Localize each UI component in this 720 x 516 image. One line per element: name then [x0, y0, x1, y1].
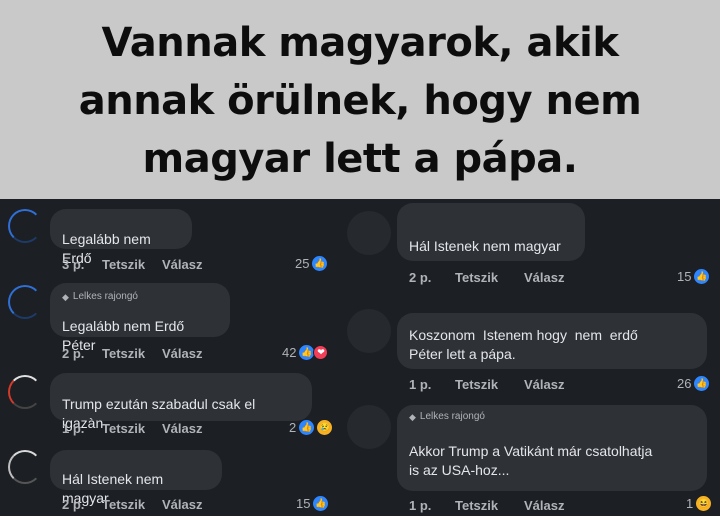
comment-time: 2 p.: [409, 270, 432, 285]
reaction-summary[interactable]: 25 👍: [295, 256, 328, 271]
headline-line: magyar lett a pápa.: [142, 135, 578, 182]
love-reaction-icon: ❤: [313, 345, 329, 360]
reply-link[interactable]: Válasz: [162, 421, 202, 436]
reply-link[interactable]: Válasz: [524, 377, 564, 392]
headline-line: annak örülnek, hogy nem: [78, 77, 642, 124]
headline-line: Vannak magyarok, akik: [101, 19, 619, 66]
reply-link[interactable]: Válasz: [524, 498, 564, 513]
like-reaction-icon: 👍: [299, 345, 315, 360]
comment-text: Hál Istenek nem magyar: [409, 238, 561, 254]
comment: Legalább nem Erdő 3 p. Tetszik Válasz 25…: [0, 199, 345, 277]
avatar[interactable]: [8, 209, 42, 243]
reaction-count: 1: [686, 496, 694, 511]
like-link[interactable]: Tetszik: [102, 257, 145, 272]
reaction-count: 15: [296, 496, 311, 511]
comment-bubble: Hál Istenek nem magyar: [397, 203, 585, 261]
avatar[interactable]: [347, 309, 391, 353]
reaction-summary[interactable]: 15 👍: [296, 496, 329, 511]
comment: Hál Istenek nem magyar 2 p. Tetszik Vála…: [0, 444, 345, 516]
reply-link[interactable]: Válasz: [524, 270, 564, 285]
avatar[interactable]: [8, 285, 42, 319]
reaction-summary[interactable]: 1 😆: [686, 496, 712, 511]
reply-link[interactable]: Válasz: [162, 257, 202, 272]
comment-text: Koszonom Istenem hogy nem erdő: [409, 327, 638, 343]
fan-badge-label: Lelkes rajongó: [72, 291, 138, 302]
fan-badge: ◆ Lelkes rajongó: [62, 291, 218, 303]
comment-text: Péter lett a pápa.: [409, 346, 516, 362]
comment-thread: Legalább nem Erdő 3 p. Tetszik Válasz 25…: [0, 199, 720, 516]
comment: Trump ezután szabadul csak el igazàn 1 p…: [0, 369, 345, 444]
comment-bubble: Hál Istenek nem magyar: [50, 450, 222, 506]
comment: ◆ Lelkes rajongó Legalább nem Erdő Péter…: [0, 279, 345, 361]
like-reaction-icon: 👍: [694, 376, 710, 391]
comment-time: 3 p.: [62, 257, 85, 272]
like-reaction-icon: 👍: [299, 420, 315, 435]
reaction-summary[interactable]: 2 👍 😢: [289, 420, 333, 435]
reaction-count: 25: [295, 256, 310, 271]
comment-time: 2 p.: [62, 346, 85, 361]
reaction-count: 26: [677, 376, 692, 391]
avatar[interactable]: [8, 375, 42, 409]
like-link[interactable]: Tetszik: [455, 377, 498, 392]
fan-badge: ◆ Lelkes rajongó: [409, 411, 695, 423]
reaction-count: 42: [282, 345, 297, 360]
like-link[interactable]: Tetszik: [102, 346, 145, 361]
like-link[interactable]: Tetszik: [102, 497, 145, 512]
comment-bubble: ◆ Lelkes rajongó Akkor Trump a Vatikánt …: [397, 405, 707, 491]
comment: Hál Istenek nem magyar 2 p. Tetszik Vála…: [345, 199, 720, 294]
reaction-summary[interactable]: 26 👍: [677, 376, 710, 391]
avatar[interactable]: [347, 405, 391, 449]
avatar[interactable]: [8, 450, 42, 484]
headline-banner: Vannak magyarok, akik annak örülnek, hog…: [0, 0, 720, 199]
avatar[interactable]: [347, 211, 391, 255]
comment-time: 1 p.: [62, 421, 85, 436]
comment-time: 1 p.: [409, 498, 432, 513]
like-reaction-icon: 👍: [694, 269, 710, 284]
comment-bubble: Koszonom Istenem hogy nem erdő Péter let…: [397, 313, 707, 369]
haha-reaction-icon: 😆: [696, 496, 712, 511]
like-reaction-icon: 👍: [313, 496, 329, 511]
reaction-summary[interactable]: 15 👍: [677, 269, 710, 284]
reaction-count: 2: [289, 420, 297, 435]
fan-badge-label: Lelkes rajongó: [419, 411, 485, 422]
reply-link[interactable]: Válasz: [162, 497, 202, 512]
comment: Koszonom Istenem hogy nem erdő Péter let…: [345, 299, 720, 399]
comment-bubble: Legalább nem Erdő: [50, 209, 192, 266]
like-link[interactable]: Tetszik: [455, 498, 498, 513]
sad-reaction-icon: 😢: [317, 420, 333, 435]
reply-link[interactable]: Válasz: [162, 346, 202, 361]
comment-time: 2 p.: [62, 497, 85, 512]
comment-text: Akkor Trump a Vatikánt már csatolhatja: [409, 443, 653, 459]
reaction-summary[interactable]: 42 👍 ❤: [282, 345, 329, 360]
like-reaction-icon: 👍: [312, 256, 328, 271]
diamond-icon: ◆: [62, 292, 69, 302]
comment-text: is az USA-hoz...: [409, 462, 510, 478]
comment-bubble: Trump ezután szabadul csak el igazàn: [50, 373, 312, 431]
comment: ◆ Lelkes rajongó Akkor Trump a Vatikánt …: [345, 399, 720, 516]
reaction-count: 15: [677, 269, 692, 284]
diamond-icon: ◆: [409, 412, 416, 422]
comment-time: 1 p.: [409, 377, 432, 392]
comment-bubble: ◆ Lelkes rajongó Legalább nem Erdő Péter: [50, 283, 230, 353]
like-link[interactable]: Tetszik: [102, 421, 145, 436]
like-link[interactable]: Tetszik: [455, 270, 498, 285]
